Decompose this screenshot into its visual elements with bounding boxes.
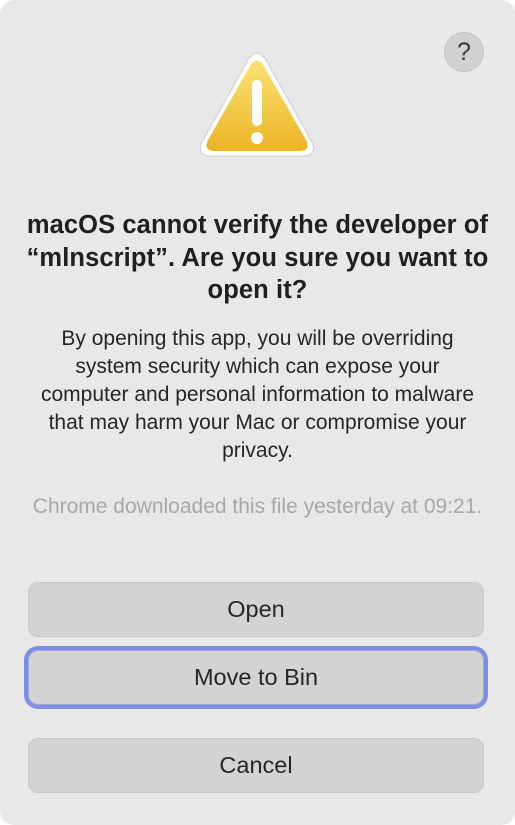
download-note: Chrome downloaded this file yesterday at… [32, 495, 483, 518]
warning-triangle-icon [199, 52, 315, 157]
cancel-button[interactable]: Cancel [28, 738, 484, 793]
move-to-bin-button[interactable]: Move to Bin [28, 650, 484, 705]
move-to-bin-button-label: Move to Bin [193, 664, 319, 690]
help-button[interactable]: ? [444, 32, 484, 72]
security-alert-dialog: ? macOS cannot verify the developer of “… [0, 0, 515, 825]
open-button[interactable]: Open [28, 582, 484, 637]
cancel-button-label: Cancel [219, 752, 293, 778]
open-button-label: Open [227, 596, 285, 622]
dialog-message: By opening this app, you will be overrid… [40, 327, 475, 462]
help-icon: ? [457, 37, 471, 66]
dialog-title: macOS cannot verify the developer of “ml… [26, 211, 489, 304]
